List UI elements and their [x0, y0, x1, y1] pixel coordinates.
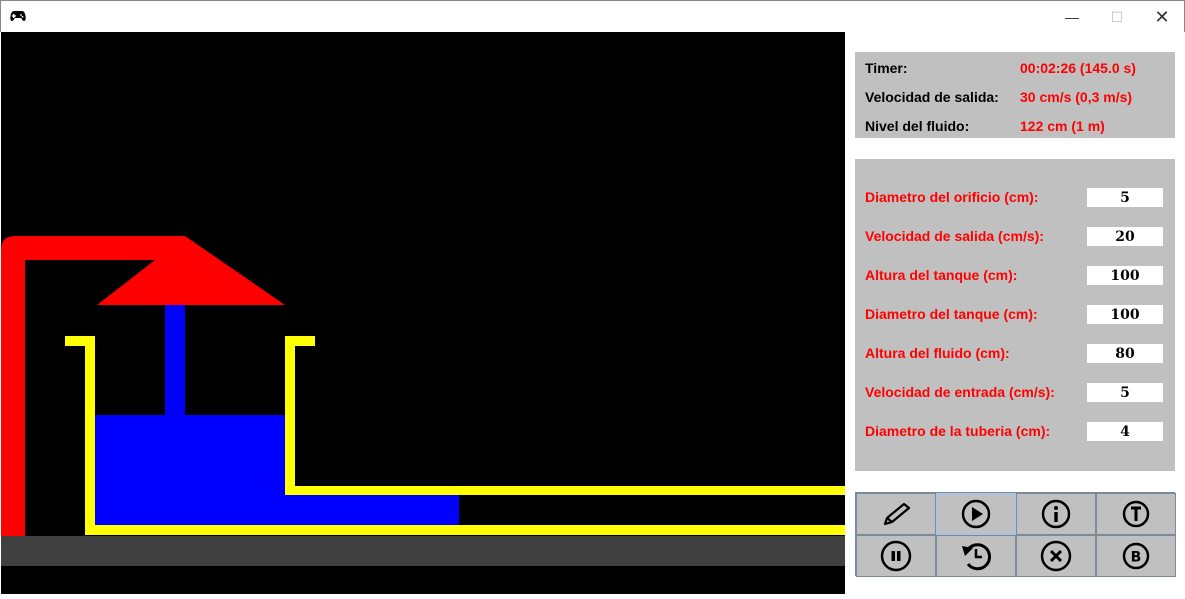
param-label: Diametro de la tuberia (cm):	[865, 423, 1051, 439]
svg-text:B: B	[1131, 550, 1142, 566]
t-button[interactable]	[1096, 493, 1176, 535]
tank-fluid	[95, 415, 285, 525]
param-input[interactable]	[1087, 266, 1163, 285]
param-label: Diametro del tanque (cm):	[865, 306, 1038, 322]
param-input[interactable]	[1087, 383, 1163, 402]
simulation-canvas	[1, 32, 845, 594]
circled-t-icon	[1122, 500, 1150, 528]
velocity-row: Velocidad de salida: 30 cm/s (0,3 m/s)	[865, 89, 1132, 105]
floor	[1, 536, 845, 566]
button-grid: B	[855, 492, 1176, 577]
timer-value: 00:02:26 (145.0 s)	[1020, 60, 1136, 76]
inlet-stream	[165, 305, 185, 415]
param-label: Altura del fluido (cm):	[865, 345, 1010, 361]
pause-button[interactable]	[856, 535, 936, 577]
param-label: Diametro del orificio (cm):	[865, 189, 1039, 205]
minimize-button[interactable]: —	[1057, 7, 1087, 27]
info-button[interactable]	[1016, 493, 1096, 535]
param-label: Velocidad de salida (cm/s):	[865, 228, 1044, 244]
maximize-button[interactable]: ☐	[1102, 7, 1132, 27]
play-button[interactable]	[936, 493, 1016, 535]
history-icon	[962, 543, 992, 571]
timer-row: Timer: 00:02:26 (145.0 s)	[865, 60, 1136, 76]
gamepad-icon	[10, 11, 26, 21]
param-input[interactable]	[1087, 344, 1163, 363]
param-label: Altura del tanque (cm):	[865, 267, 1018, 283]
param-input[interactable]	[1087, 188, 1163, 207]
restore-button[interactable]	[936, 535, 1016, 577]
close-button[interactable]: ✕	[1147, 7, 1177, 27]
param-input[interactable]	[1087, 227, 1163, 246]
timer-label: Timer:	[865, 60, 908, 76]
level-label: Nivel del fluido:	[865, 118, 970, 134]
edit-button[interactable]	[856, 493, 936, 535]
param-input[interactable]	[1087, 422, 1163, 441]
play-icon	[961, 499, 991, 529]
velocity-value: 30 cm/s (0,3 m/s)	[1020, 89, 1133, 105]
close-circle-icon	[1040, 540, 1072, 572]
info-icon	[1041, 499, 1071, 529]
level-row: Nivel del fluido: 122 cm (1 m)	[865, 118, 1105, 134]
control-panel: Timer: 00:02:26 (145.0 s) Velocidad de sa…	[845, 32, 1185, 594]
cancel-button[interactable]	[1016, 535, 1096, 577]
info-box: Timer: 00:02:26 (145.0 s) Velocidad de sa…	[855, 52, 1175, 138]
param-label: Velocidad de entrada (cm/s):	[865, 384, 1055, 400]
velocity-label: Velocidad de salida:	[865, 89, 999, 105]
title-bar: — ☐ ✕	[0, 0, 1185, 32]
circled-b-icon: B	[1122, 542, 1150, 570]
pause-icon	[880, 540, 912, 572]
pencil-icon	[883, 502, 911, 526]
param-input[interactable]	[1087, 305, 1163, 324]
outflow-fluid	[285, 495, 459, 525]
level-value: 122 cm (1 m)	[1020, 118, 1105, 134]
params-box: Diametro del orificio (cm): Velocidad de …	[855, 159, 1175, 471]
b-button[interactable]: B	[1096, 535, 1176, 577]
